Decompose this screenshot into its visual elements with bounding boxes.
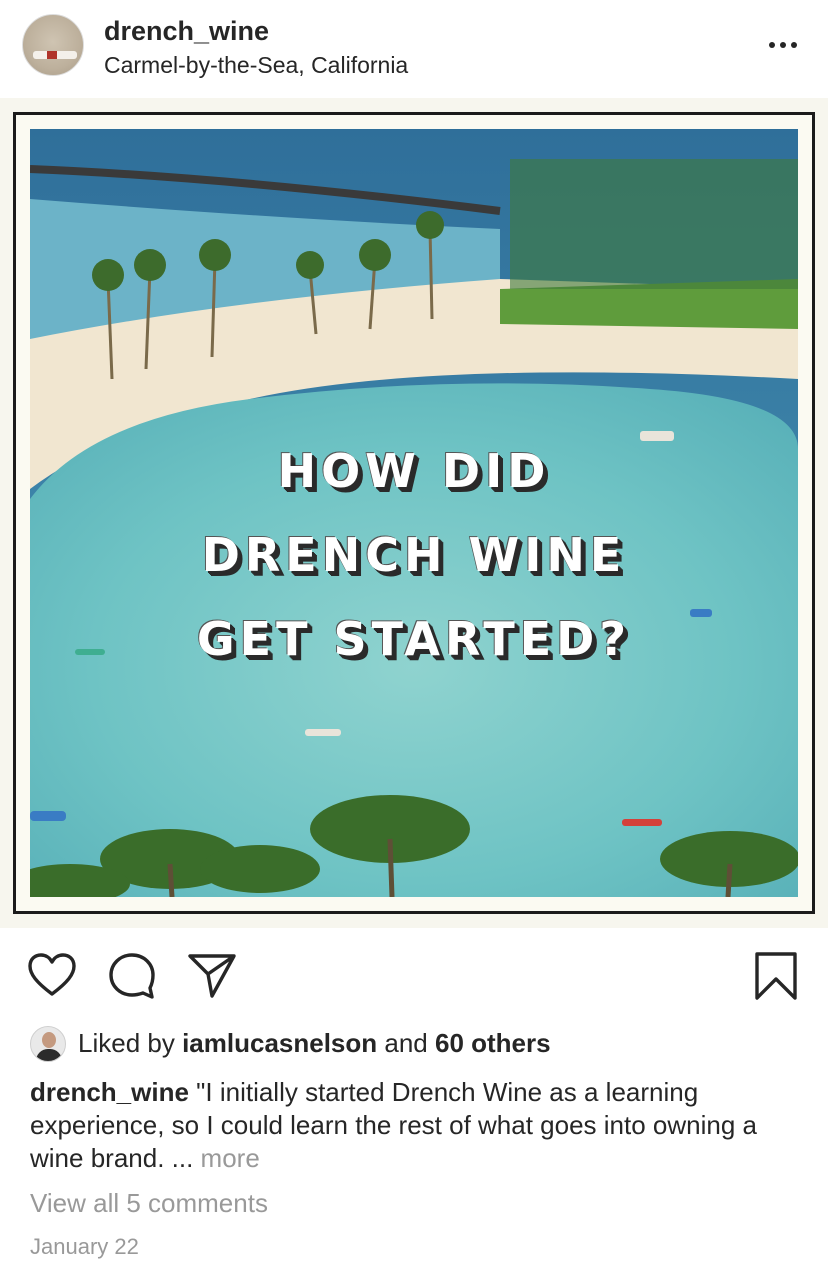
bookmark-icon[interactable] <box>750 950 802 1002</box>
bottle-label <box>47 51 57 59</box>
image-frame: HOW DID DRENCH WINE GET STARTED? <box>13 112 815 914</box>
post-username[interactable]: drench_wine <box>104 16 269 47</box>
post-actions <box>0 940 828 1010</box>
post-header: drench_wine Carmel-by-the-Sea, Californi… <box>0 0 828 92</box>
post-caption: drench_wine "I initially started Drench … <box>30 1076 800 1175</box>
liked-by-others[interactable]: 60 others <box>435 1028 551 1058</box>
beach-photo: HOW DID DRENCH WINE GET STARTED? <box>30 129 798 897</box>
paper-plane-icon[interactable] <box>186 950 238 1002</box>
avatar-head <box>42 1032 56 1048</box>
heart-icon[interactable] <box>26 950 78 1002</box>
headline-line-2: DRENCH WINE <box>201 528 627 582</box>
view-comments-link[interactable]: View all 5 comments <box>30 1188 268 1219</box>
comment-bubble-icon[interactable] <box>106 950 158 1002</box>
caption-username[interactable]: drench_wine <box>30 1077 189 1107</box>
headline-line-3: GET STARTED? <box>196 612 632 666</box>
more-options-icon[interactable] <box>760 28 806 62</box>
dot <box>780 42 786 48</box>
likes-text[interactable]: Liked by iamlucasnelson and 60 others <box>78 1028 551 1059</box>
caption-more-link[interactable]: more <box>201 1143 260 1173</box>
image-headline: HOW DID DRENCH WINE GET STARTED? <box>30 429 798 681</box>
dot <box>769 42 775 48</box>
headline-line-1: HOW DID <box>277 444 551 498</box>
avatar-body <box>36 1049 62 1061</box>
liked-by-prefix: Liked by <box>78 1028 183 1058</box>
post-date: January 22 <box>30 1234 139 1259</box>
post-media[interactable]: HOW DID DRENCH WINE GET STARTED? <box>0 98 828 928</box>
profile-avatar[interactable] <box>22 14 84 76</box>
liked-by-and: and <box>377 1028 435 1058</box>
post-location[interactable]: Carmel-by-the-Sea, California <box>104 52 408 79</box>
liker-avatar[interactable] <box>30 1026 66 1062</box>
dot <box>791 42 797 48</box>
liked-by-user[interactable]: iamlucasnelson <box>182 1028 377 1058</box>
